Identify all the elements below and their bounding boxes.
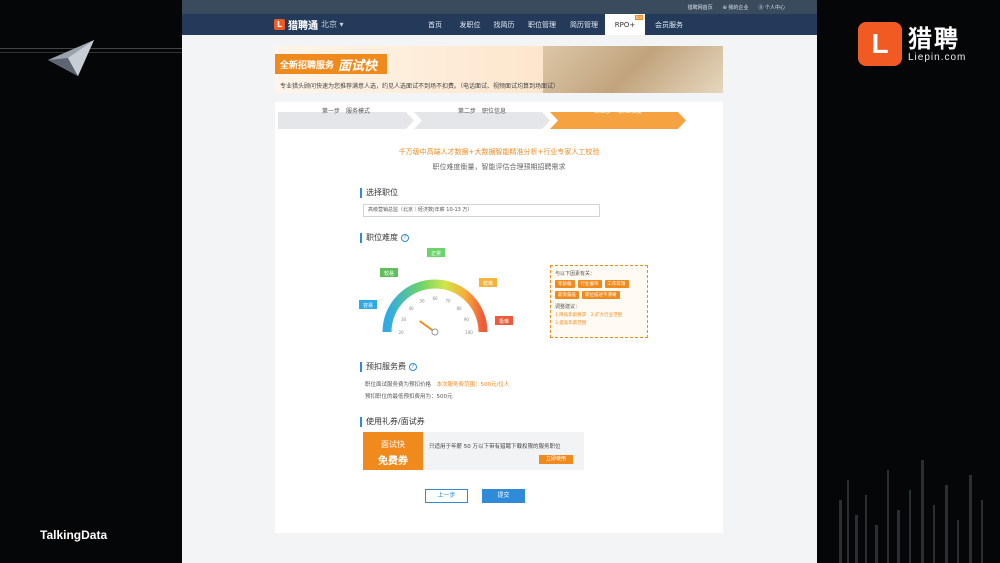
tip-tag: 行业偏窄 xyxy=(577,280,602,288)
step-1: 第一步 服务模式 xyxy=(321,108,370,115)
gauge-hub xyxy=(431,328,439,336)
gauge-label-normal: 正常 xyxy=(431,250,441,257)
slogan-assess: 职位难度衡量，智能评估合理预期招聘需求 xyxy=(432,163,566,171)
nav-item-rpo-label: RPO+ xyxy=(614,20,636,29)
nav-item-job-manage[interactable]: 职位管理 xyxy=(521,14,563,35)
gauge-tick-label: 100 xyxy=(465,330,473,335)
topbar-link-home[interactable]: 猎聘网首页 xyxy=(688,4,713,11)
difficulty-tips-box: 与以下因素有关： 年龄偏 行业偏窄 工作年限 薪资偏低 职位描述不清晰 调整建议… xyxy=(550,265,648,338)
use-coupon-button[interactable]: 立即使用 xyxy=(539,455,573,464)
coupon-description: 只适用于年薪 50 万以下带有猎聘下载权限的服务职位 xyxy=(429,444,561,450)
coupon-card: 面试快 免费券 只适用于年薪 50 万以下带有猎聘下载权限的服务职位 立即使用 xyxy=(363,432,584,470)
city-selector[interactable]: 北京 ▾ xyxy=(321,19,344,30)
gauge-label-hardest: 极难 xyxy=(499,318,509,325)
gauge-tick-label: 80 xyxy=(456,306,462,311)
banner-prefix: 全新招聘服务 xyxy=(280,60,335,71)
banner-title: 全新招聘服务 面试快 xyxy=(275,54,388,74)
gauge-label-easy: 容易 xyxy=(363,302,373,309)
main-navbar: L 猎聘通 北京 ▾ 首页 发职位 找简历 职位管理 简历管理 RPO+ hot… xyxy=(182,14,817,35)
tip-tag: 职位描述不清晰 xyxy=(582,291,620,299)
fee-line-2: 预扣职位的最低预扣费用为：500元 xyxy=(365,394,453,400)
liepin-logo-icon: L xyxy=(858,22,902,66)
brand-name: 猎聘通 xyxy=(288,21,318,32)
nav-menu: 首页 发职位 找简历 职位管理 简历管理 RPO+ hot 会员服务 xyxy=(417,14,693,35)
nav-item-post-job[interactable]: 发职位 xyxy=(453,14,487,35)
fee-line-1: 职位面试服务费为预扣价格 本次服务费范围：500元/位人 xyxy=(365,380,509,388)
nav-item-rpo[interactable]: RPO+ hot xyxy=(605,14,645,35)
section-fee-title: 预扣服务费 xyxy=(366,362,406,371)
gauge-tick-label: 30 xyxy=(401,317,407,322)
advice-item: 2.扩大行业范围 xyxy=(590,313,623,318)
liepin-logo: L 猎聘 Liepin.com xyxy=(858,22,966,66)
hot-badge: hot xyxy=(635,15,643,20)
advice-title: 调整建议： xyxy=(555,304,581,310)
difficulty-gauge: 20 30 40 50 60 70 80 90 100 容易 较易 正常 较难 极难 xyxy=(359,248,513,336)
fee-value: 本次服务费范围：500元/位人 xyxy=(436,382,510,388)
top-utility-bar: 猎聘网首页 ⊕ 我的企业 ⓪ 个人中心 xyxy=(182,0,817,14)
prev-step-button[interactable]: 上一步 xyxy=(425,489,468,503)
gauge-tick-label: 40 xyxy=(408,306,414,311)
help-icon[interactable]: ? xyxy=(401,233,409,242)
banner-photo xyxy=(543,46,723,93)
slogan-data: 千万级中高端人才数据+大数据智能精准分析+行业专家人工校验 xyxy=(398,148,600,156)
gauge-arc xyxy=(382,279,488,333)
webpage-screenshot: 猎聘网首页 ⊕ 我的企业 ⓪ 个人中心 L 猎聘通 北京 ▾ 首页 发职位 找简… xyxy=(182,0,817,563)
city-skyline-decoration xyxy=(839,460,983,563)
gauge-tick-label: 60 xyxy=(432,296,438,301)
gauge-tick-label: 70 xyxy=(445,299,451,304)
liepin-logo-en: Liepin.com xyxy=(908,51,967,63)
help-icon[interactable]: ? xyxy=(409,362,417,371)
section-coupon-title: 使用礼券/面试券 xyxy=(360,417,425,427)
liepin-logo-cn: 猎聘 xyxy=(908,24,960,53)
form-card: 第一步 服务模式 第二步 职位信息 第三步 职位难度 千万级中高端人才数据+大数… xyxy=(275,102,723,533)
paper-plane-icon xyxy=(48,40,94,76)
advice-line: 1.降低年龄要求 2.扩大行业范围 xyxy=(555,312,643,318)
topbar-link-personal[interactable]: ⓪ 个人中心 xyxy=(758,4,785,11)
gauge-label-harder: 较难 xyxy=(483,280,493,287)
advice-item: 3.提高年薪范围 xyxy=(555,321,587,326)
nav-item-membership[interactable]: 会员服务 xyxy=(645,14,693,35)
topbar-link-enterprise[interactable]: ⊕ 我的企业 xyxy=(723,4,749,11)
banner-description: 专业猎头顾问快速为您推荐满意人选，约见人选面试不到场不扣费。（电话面试、视频面试… xyxy=(280,83,560,90)
presentation-slide: TalkingData L 猎聘 Liepin.com 猎聘网首页 ⊕ 我的企业… xyxy=(0,0,1000,563)
coupon-ticket: 面试快 免费券 xyxy=(363,432,423,470)
gauge-label-easier: 较易 xyxy=(384,270,394,277)
fee-label: 职位面试服务费为预扣价格 xyxy=(365,382,432,388)
step-3-active: 第三步 职位难度 xyxy=(593,108,642,115)
banner-product: 面试快 xyxy=(338,58,378,74)
nav-item-find-resume[interactable]: 找简历 xyxy=(487,14,521,35)
liepin-icon: L xyxy=(274,19,285,30)
section-fee: 预扣服务费? xyxy=(360,362,417,372)
coupon-type: 免费券 xyxy=(378,456,408,467)
gauge-tick-label: 90 xyxy=(464,317,470,322)
promo-banner: 全新招聘服务 面试快 专业猎头顾问快速为您推荐满意人选，约见人选面试不到场不扣费… xyxy=(275,46,723,93)
gauge-tick-label: 20 xyxy=(398,330,404,335)
slide-right-panel xyxy=(817,0,1000,563)
tips-title: 与以下因素有关： xyxy=(555,271,596,277)
position-select[interactable]: 高级营销总监（北京｜经济数|年薪 10-13 万） xyxy=(363,204,600,217)
tip-tag: 工作年限 xyxy=(604,280,629,288)
coupon-name: 面试快 xyxy=(381,440,405,449)
nav-item-resume-manage[interactable]: 简历管理 xyxy=(563,14,605,35)
slide-left-panel: TalkingData xyxy=(0,0,182,563)
advice-item: 1.降低年龄要求 xyxy=(555,313,587,318)
brand-logo[interactable]: L 猎聘通 北京 ▾ xyxy=(274,17,344,32)
talkingdata-logo: TalkingData xyxy=(40,528,108,542)
section-position-title: 选择职位 xyxy=(360,188,398,198)
submit-button[interactable]: 提交 xyxy=(482,489,525,503)
tip-tag: 年龄偏 xyxy=(555,280,575,288)
section-difficulty-title: 职位难度 xyxy=(366,233,398,242)
nav-item-home[interactable]: 首页 xyxy=(417,14,453,35)
step-2: 第二步 职位信息 xyxy=(457,108,506,115)
gauge-tick-label: 50 xyxy=(419,299,425,304)
tip-tag: 薪资偏低 xyxy=(555,291,579,299)
section-difficulty: 职位难度? xyxy=(360,233,409,243)
